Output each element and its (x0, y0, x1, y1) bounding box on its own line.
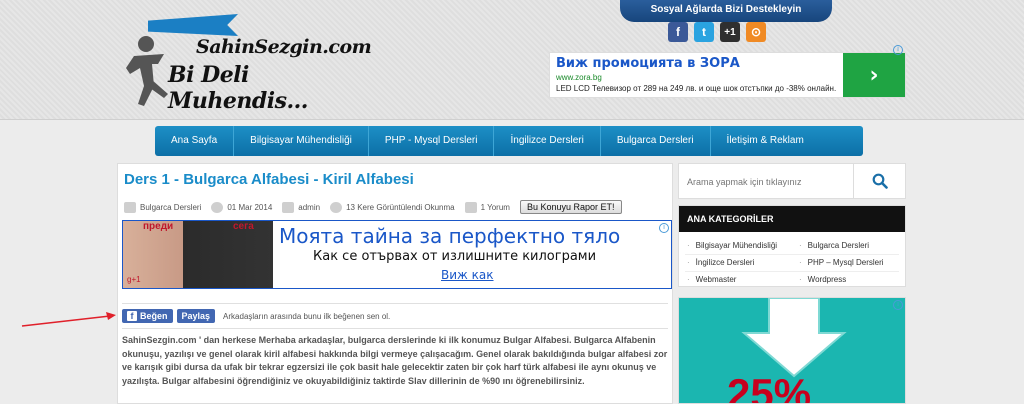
ad-info-icon[interactable]: i (659, 223, 669, 233)
down-arrow-icon (741, 298, 847, 378)
category-webmaster[interactable]: Webmaster (687, 275, 737, 284)
rss-icon[interactable]: ⊙ (746, 22, 766, 42)
post-title[interactable]: Ders 1 - Bulgarca Alfabesi - Kiril Alfab… (124, 171, 414, 188)
site-logo[interactable]: SahinSezgin.com Bi Deli Muhendis... (118, 12, 388, 114)
googleplus-icon[interactable]: +1 (720, 22, 740, 42)
sidebar-ad[interactable]: 25% i (678, 297, 906, 404)
meta-comments[interactable]: 1 Yorum (464, 201, 510, 213)
social-banner: Sosyal Ağlarda Bizi Destekleyin (620, 0, 832, 22)
post-meta: Bulgarca Dersleri 01 Mar 2014 admin 13 K… (124, 198, 668, 216)
ad-title[interactable]: Виж промоцията в ЗОРА (556, 56, 740, 71)
categories-title: ANA KATEGORİLER (679, 206, 905, 232)
meta-category[interactable]: Bulgarca Dersleri (124, 201, 201, 213)
eye-icon (330, 201, 343, 213)
post-article: Ders 1 - Bulgarca Alfabesi - Kiril Alfab… (117, 163, 673, 404)
ad-text: LED LCD Телевизор от 289 на 249 лв. и ощ… (556, 84, 837, 93)
meta-views: 13 Kere Görüntülendi Okunma (330, 201, 455, 213)
meta-date: 01 Mar 2014 (211, 201, 272, 213)
social-icons: f t +1 ⊙ (668, 22, 766, 42)
facebook-icon[interactable]: f (668, 22, 688, 42)
ad-headline[interactable]: Моята тайна за перфектно тяло (279, 224, 620, 248)
comment-icon (464, 201, 477, 213)
search-button[interactable] (853, 164, 905, 198)
twitter-icon[interactable]: t (694, 22, 714, 42)
like-note: Arkadaşların arasında bunu ilk beğenen s… (223, 311, 391, 321)
annotation-arrow-icon (21, 312, 116, 327)
meta-author[interactable]: admin (282, 201, 320, 213)
search-input[interactable] (683, 169, 853, 195)
ad-after-label: сега (233, 221, 254, 232)
divider (122, 328, 668, 329)
facebook-share-button[interactable]: Paylaş (176, 309, 216, 323)
logo-line-2: Bi Deli Muhendis... (168, 62, 308, 114)
ad-link[interactable]: Виж как (441, 268, 494, 282)
nav-item-bulgarian[interactable]: Bulgarca Dersleri (601, 126, 711, 156)
category-computer-engineering[interactable]: Bilgisayar Mühendisliği (687, 241, 777, 250)
search-icon (872, 173, 888, 189)
ad-subline: Как се отървах от излишните килограми (313, 249, 597, 264)
categories-widget: ANA KATEGORİLER Bilgisayar Mühendisliği … (678, 205, 906, 287)
nav-item-computer-engineering[interactable]: Bilgisayar Mühendisliği (234, 126, 369, 156)
category-wordpress[interactable]: Wordpress (799, 275, 847, 284)
search-box (678, 163, 906, 199)
ad-discount-text: 25% (727, 370, 812, 404)
nav-item-home[interactable]: Ana Sayfa (155, 126, 235, 156)
facebook-like-row: f Beğen Paylaş Arkadaşların arasında bunu… (122, 309, 390, 323)
nav-item-english[interactable]: İngilizce Dersleri (494, 126, 601, 156)
category-english[interactable]: İngilizce Dersleri (687, 258, 755, 267)
main-nav: Ana Sayfa Bilgisayar Mühendisliği PHP - … (155, 126, 863, 156)
site-header: SahinSezgin.com Bi Deli Muhendis... Sosy… (0, 0, 1024, 120)
ad-before-label: преди (143, 221, 174, 232)
category-bulgarian[interactable]: Bulgarca Dersleri (799, 241, 869, 250)
content-ad[interactable]: преди сега g+1 Моята тайна за перфектно … (122, 220, 672, 289)
divider (685, 254, 899, 255)
category-icon (124, 201, 136, 213)
ad-url: www.zora.bg (556, 73, 602, 82)
facebook-icon: f (127, 311, 137, 321)
nav-item-php-mysql[interactable]: PHP - Mysql Dersleri (369, 126, 495, 156)
ad-gplus-icon[interactable]: g+1 (127, 275, 141, 284)
clock-icon (211, 201, 224, 213)
category-php-mysql[interactable]: PHP – Mysql Dersleri (799, 258, 884, 267)
ad-go-button[interactable]: › (843, 53, 905, 97)
top-banner-ad[interactable]: Виж промоцията в ЗОРА www.zora.bg LED LC… (549, 45, 906, 98)
user-icon (282, 201, 295, 213)
ad-info-icon[interactable]: i (893, 45, 903, 55)
logo-flag-graphic (148, 14, 238, 36)
facebook-like-button[interactable]: f Beğen (122, 309, 173, 323)
report-button[interactable]: Bu Konuyu Rapor ET! (519, 200, 622, 214)
post-body: SahinSezgin.com ' dan herkese Merhaba ar… (122, 335, 668, 386)
logo-line-1: SahinSezgin.com (196, 36, 372, 58)
divider (685, 271, 899, 272)
ad-info-icon[interactable]: i (893, 300, 903, 310)
nav-item-contact[interactable]: İletişim & Reklam (711, 126, 820, 156)
divider (122, 303, 668, 304)
